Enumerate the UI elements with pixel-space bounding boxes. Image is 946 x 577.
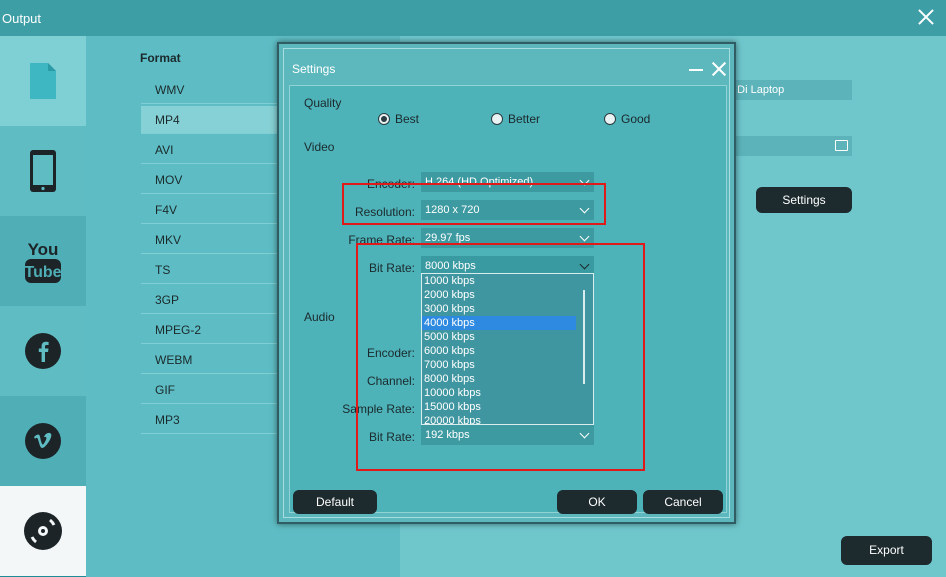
quality-best-radio[interactable]: Best — [378, 112, 419, 126]
youtube-icon: You Tube — [24, 240, 62, 283]
file-icon — [30, 63, 56, 99]
bitrate-annotation-box — [356, 243, 645, 471]
resolution-annotation-box — [342, 183, 606, 225]
dialog-frame: Settings Quality Best Better Good Video … — [283, 48, 730, 518]
radio-unchecked-icon — [604, 113, 616, 125]
disc-icon — [24, 512, 62, 550]
sidebar-item-vimeo[interactable] — [0, 396, 86, 486]
close-icon[interactable] — [711, 61, 727, 77]
video-section-label: Video — [304, 140, 335, 154]
sidebar-item-youtube[interactable]: You Tube — [0, 216, 86, 306]
sidebar-item-phone[interactable] — [0, 126, 86, 216]
quality-good-radio[interactable]: Good — [604, 112, 650, 126]
cancel-button[interactable]: Cancel — [643, 490, 723, 514]
vimeo-icon — [25, 423, 61, 459]
quality-best-label: Best — [395, 112, 420, 126]
category-sidebar: You Tube — [0, 36, 100, 577]
title-bar: Output — [0, 0, 946, 36]
sidebar-item-disc[interactable] — [0, 486, 86, 576]
sidebar-item-file[interactable] — [0, 36, 86, 126]
quality-better-label: Better — [508, 112, 541, 126]
phone-icon — [30, 150, 56, 192]
facebook-icon — [25, 333, 61, 369]
export-button[interactable]: Export — [841, 536, 932, 565]
output-path-field[interactable] — [720, 136, 852, 156]
close-icon[interactable] — [916, 7, 936, 27]
default-button[interactable]: Default — [293, 490, 377, 514]
format-heading: Format — [140, 51, 181, 65]
radio-checked-icon — [378, 113, 390, 125]
device-name-field[interactable]: a Di Laptop — [720, 80, 852, 100]
window-title: Output — [2, 11, 42, 26]
dialog-body: Quality Best Better Good Video Encoder: … — [289, 85, 727, 514]
settings-dialog: Settings Quality Best Better Good Video … — [277, 42, 736, 524]
youtube-tube-text: Tube — [24, 264, 61, 281]
settings-button[interactable]: Settings — [756, 187, 852, 213]
quality-better-radio[interactable]: Better — [491, 112, 540, 126]
sidebar-item-facebook[interactable] — [0, 306, 86, 396]
dialog-title: Settings — [292, 62, 336, 76]
minimize-icon[interactable] — [689, 69, 703, 71]
quality-good-label: Good — [621, 112, 651, 126]
radio-unchecked-icon — [491, 113, 503, 125]
quality-label: Quality — [304, 96, 342, 110]
chevron-down-icon — [579, 231, 590, 242]
ok-button[interactable]: OK — [557, 490, 637, 514]
youtube-you-text: You — [28, 240, 59, 259]
audio-section-label: Audio — [304, 310, 335, 324]
folder-icon[interactable] — [835, 140, 848, 151]
